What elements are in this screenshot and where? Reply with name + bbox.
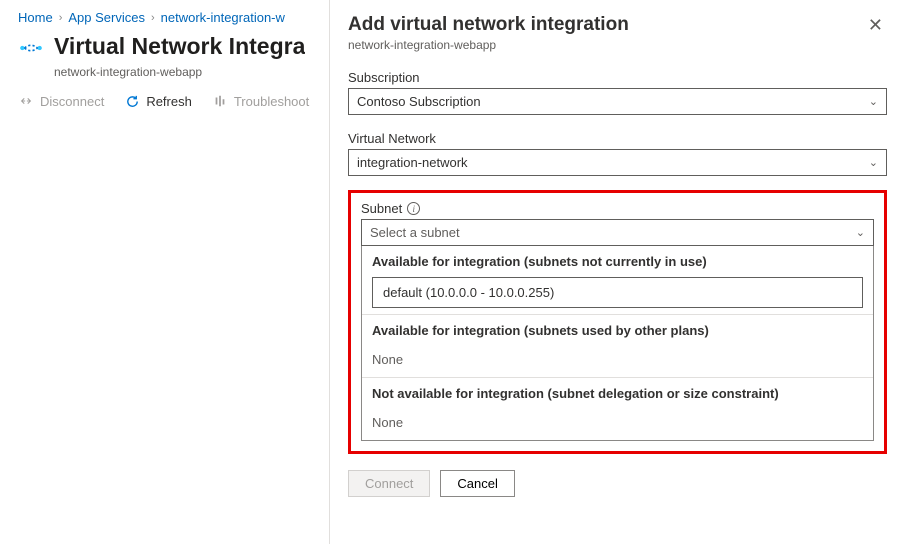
toolbar-label: Disconnect — [40, 94, 104, 109]
refresh-icon — [124, 93, 140, 109]
subnet-option-default[interactable]: default (10.0.0.0 - 10.0.0.255) — [372, 277, 863, 308]
info-icon[interactable]: i — [407, 202, 420, 215]
subnet-highlight-box: Subnet i Select a subnet ⌄ Available for… — [348, 190, 887, 454]
vnet-select[interactable]: integration-network ⌄ — [348, 149, 887, 176]
troubleshoot-button: Troubleshoot — [212, 93, 309, 109]
subnet-label-text: Subnet — [361, 201, 402, 216]
page-title: Virtual Network Integra — [54, 33, 305, 60]
breadcrumb-current[interactable]: network-integration-w — [161, 10, 285, 25]
select-placeholder: Select a subnet — [370, 225, 460, 240]
breadcrumb-home[interactable]: Home — [18, 10, 53, 25]
subnet-dropdown: Available for integration (subnets not c… — [361, 246, 874, 441]
group-heading-not-available: Not available for integration (subnet de… — [362, 378, 873, 409]
none-text: None — [362, 346, 873, 377]
refresh-button[interactable]: Refresh — [124, 93, 192, 109]
cancel-button[interactable]: Cancel — [440, 470, 514, 497]
group-heading-other-plans: Available for integration (subnets used … — [362, 315, 873, 346]
connect-button: Connect — [348, 470, 430, 497]
disconnect-icon — [18, 93, 34, 109]
breadcrumb-app-services[interactable]: App Services — [68, 10, 145, 25]
blade-title: Add virtual network integration — [348, 14, 629, 36]
blade-button-row: Connect Cancel — [348, 454, 887, 513]
subscription-label: Subscription — [348, 70, 887, 85]
select-value: Contoso Subscription — [357, 94, 481, 109]
subnet-select[interactable]: Select a subnet ⌄ — [361, 219, 874, 246]
add-vnet-blade: Add virtual network integration network-… — [329, 0, 905, 544]
disconnect-button: Disconnect — [18, 93, 104, 109]
chevron-down-icon: ⌄ — [869, 156, 878, 169]
vnet-peering-icon — [18, 35, 44, 61]
close-icon[interactable]: ✕ — [864, 14, 887, 36]
chevron-down-icon: ⌄ — [869, 95, 878, 108]
toolbar-label: Troubleshoot — [234, 94, 309, 109]
vnet-label: Virtual Network — [348, 131, 887, 146]
chevron-right-icon: › — [151, 12, 155, 24]
blade-subtitle: network-integration-webapp — [348, 38, 629, 52]
subnet-label: Subnet i — [361, 201, 874, 216]
select-value: integration-network — [357, 155, 468, 170]
chevron-right-icon: › — [59, 12, 63, 24]
chevron-down-icon: ⌄ — [856, 226, 865, 239]
subscription-select[interactable]: Contoso Subscription ⌄ — [348, 88, 887, 115]
toolbar-label: Refresh — [146, 94, 192, 109]
none-text: None — [362, 409, 873, 440]
group-heading-available: Available for integration (subnets not c… — [362, 246, 873, 277]
troubleshoot-icon — [212, 93, 228, 109]
